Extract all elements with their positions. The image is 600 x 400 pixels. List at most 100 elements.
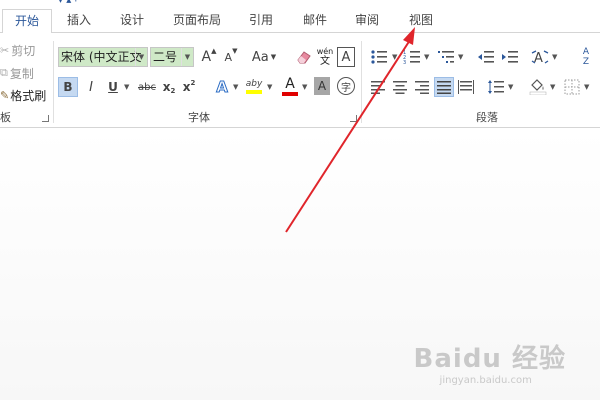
scissors-icon: ✂ — [0, 43, 10, 57]
tab-references[interactable]: 引用 — [244, 9, 278, 33]
chevron-down-icon[interactable]: ▼ — [181, 48, 193, 66]
format-painter-button[interactable]: ✎ 格式刷 — [0, 86, 46, 104]
clipboard-group-label: 板 — [0, 111, 11, 124]
watermark-url: jingyan.baidu.com — [439, 375, 532, 386]
tab-insert[interactable]: 插入 — [62, 9, 96, 33]
align-left-button[interactable] — [368, 77, 388, 97]
superscript-button[interactable]: x2 — [181, 77, 197, 97]
borders-icon — [564, 79, 580, 95]
clear-formatting-button[interactable] — [294, 47, 314, 67]
chevron-down-icon[interactable]: ▼ — [302, 83, 307, 91]
align-right-icon — [415, 81, 429, 94]
character-border-button[interactable]: A — [337, 47, 355, 67]
font-color-icon: A — [285, 75, 295, 92]
font-name-combo[interactable]: 宋体 (中文正文 ▼ — [58, 47, 148, 67]
tab-page-layout[interactable]: 页面布局 — [168, 9, 226, 33]
sort-button[interactable]: A Z — [576, 45, 596, 69]
character-border-icon: A — [341, 49, 351, 65]
format-painter-label: 格式刷 — [10, 88, 47, 103]
quick-access-mark: ▾ ▴ ⌐ — [58, 0, 104, 3]
character-shading-button[interactable]: A — [314, 77, 330, 95]
italic-button[interactable]: I — [82, 77, 100, 97]
align-right-button[interactable] — [412, 77, 432, 97]
align-left-icon — [371, 81, 385, 94]
line-spacing-button[interactable] — [486, 77, 506, 97]
multilevel-list-button[interactable] — [436, 47, 456, 67]
clipboard-dialog-launcher[interactable] — [42, 115, 49, 122]
group-divider — [361, 41, 362, 123]
font-size-combo[interactable]: 二号 ▼ — [150, 47, 194, 67]
bullets-button[interactable] — [368, 47, 390, 67]
tab-home[interactable]: 开始 — [2, 9, 52, 34]
line-spacing-icon — [488, 80, 504, 94]
ribbon-home-panel: ✂ 剪切 ⧉ 复制 ✎ 格式刷 板 宋体 (中文正文 ▼ 二号 ▼ A ▲ A ▼ … — [0, 33, 600, 128]
font-size-value: 二号 — [153, 50, 178, 64]
chevron-down-icon[interactable]: ▼ — [552, 53, 557, 61]
font-color-button[interactable]: A — [281, 75, 299, 97]
cut-label: 剪切 — [11, 43, 36, 58]
shading-button[interactable] — [528, 75, 548, 97]
chevron-down-icon[interactable]: ▼ — [392, 53, 397, 61]
ribbon-tab-bar: ▾ ▴ ⌐ 开始 插入 设计 页面布局 引用 邮件 审阅 视图 — [0, 0, 600, 34]
bold-icon: B — [63, 80, 73, 94]
highlight-button[interactable]: aby — [244, 75, 264, 97]
justify-icon — [437, 81, 451, 94]
chevron-down-icon[interactable]: ▼ — [124, 83, 129, 91]
align-center-button[interactable] — [390, 77, 410, 97]
font-name-value: 宋体 (中文正文 — [61, 50, 142, 64]
chinese-layout-button[interactable]: A — [530, 47, 550, 67]
borders-button[interactable] — [562, 77, 582, 97]
bold-button[interactable]: B — [58, 77, 78, 97]
text-effects-button[interactable]: A — [213, 77, 231, 97]
change-case-button[interactable]: Aa ▼ — [250, 47, 278, 67]
paintbrush-icon: ✎ — [0, 88, 10, 102]
text-effects-icon: A — [216, 78, 229, 97]
chevron-down-icon[interactable]: ▼ — [267, 83, 272, 91]
decrease-indent-button[interactable] — [476, 47, 496, 67]
subscript-button[interactable]: x2 — [161, 77, 177, 97]
grow-font-button[interactable]: A ▲ — [200, 47, 218, 67]
underline-button[interactable]: U — [104, 77, 122, 97]
chevron-down-icon[interactable]: ▼ — [135, 48, 147, 66]
baidu-jingyan-watermark: Baidu 经验 jingyan.baidu.com — [414, 338, 566, 386]
decrease-indent-icon — [478, 51, 494, 63]
shrink-font-button[interactable]: A ▼ — [222, 47, 240, 67]
italic-icon: I — [89, 79, 93, 95]
tab-design[interactable]: 设计 — [115, 9, 149, 33]
increase-indent-button[interactable] — [500, 47, 520, 67]
subscript-icon: x — [162, 80, 171, 94]
increase-indent-icon — [502, 51, 518, 63]
tab-review[interactable]: 审阅 — [350, 9, 384, 33]
superscript-mark: 2 — [190, 79, 196, 87]
chevron-down-icon[interactable]: ▼ — [584, 83, 589, 91]
justify-button[interactable] — [434, 77, 454, 97]
numbering-icon: 123 — [403, 50, 420, 65]
tab-mailings[interactable]: 邮件 — [298, 9, 332, 33]
strikethrough-icon: abc — [138, 81, 156, 93]
chevron-down-icon[interactable]: ▼ — [458, 53, 463, 61]
chevron-down-icon[interactable]: ▼ — [550, 83, 555, 91]
grow-font-icon: A — [201, 49, 212, 65]
cut-button[interactable]: ✂ 剪切 — [0, 41, 35, 59]
paragraph-group-label: 段落 — [476, 111, 498, 124]
enclose-characters-button[interactable]: 字 — [337, 77, 355, 95]
paint-bucket-icon — [529, 79, 547, 95]
bullets-icon — [371, 50, 387, 64]
underline-icon: U — [108, 80, 118, 94]
copy-button[interactable]: ⧉ 复制 — [0, 64, 34, 82]
shrink-font-icon: A — [224, 50, 233, 64]
tab-view[interactable]: 视图 — [404, 9, 438, 33]
font-color-swatch — [282, 91, 298, 96]
chevron-down-icon[interactable]: ▼ — [508, 83, 513, 91]
chevron-down-icon[interactable]: ▼ — [424, 53, 429, 61]
subscript-mark: 2 — [170, 87, 176, 95]
strikethrough-button[interactable]: abc — [135, 77, 159, 97]
distributed-button[interactable] — [456, 77, 476, 97]
chevron-down-icon[interactable]: ▼ — [233, 83, 238, 91]
numbering-button[interactable]: 123 — [402, 47, 422, 67]
font-dialog-launcher[interactable] — [350, 115, 357, 122]
font-group-label: 字体 — [188, 111, 210, 124]
copy-label: 复制 — [9, 66, 34, 81]
phonetic-guide-button[interactable]: wén 文 — [316, 45, 334, 69]
chinese-layout-icon: A — [531, 50, 549, 65]
